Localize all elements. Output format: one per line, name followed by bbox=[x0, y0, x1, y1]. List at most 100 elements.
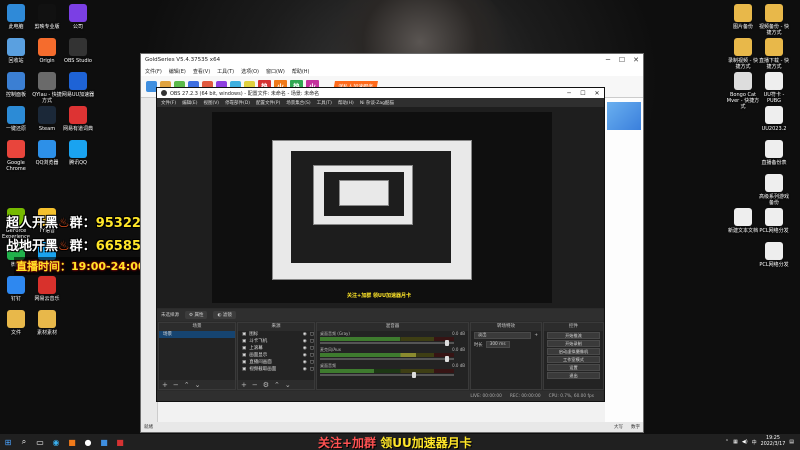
desktop-shortcut[interactable]: Google Chrome bbox=[0, 140, 33, 172]
desktop-shortcut[interactable]: 直播备份表 bbox=[757, 140, 791, 166]
desktop-shortcut[interactable]: 公司 bbox=[61, 4, 95, 30]
maximize-icon[interactable]: ☐ bbox=[615, 56, 629, 64]
minimize-icon[interactable]: ─ bbox=[601, 56, 615, 64]
source-item[interactable]: ▣ 视频截取画面 ◉ ▢ bbox=[238, 366, 314, 373]
desktop-shortcut[interactable]: 钉钉 bbox=[0, 276, 33, 302]
menu-item[interactable]: 窗口(W) bbox=[266, 68, 285, 75]
menu-item[interactable]: 编辑(E) bbox=[182, 100, 197, 106]
desktop-shortcut[interactable]: QQ浏览器 bbox=[30, 140, 64, 166]
source-item[interactable]: ▣ 上滚幕 ◉ ▢ bbox=[238, 345, 314, 352]
menu-item[interactable]: 文件(F) bbox=[161, 100, 176, 106]
eye-icon[interactable]: ◉ bbox=[303, 338, 307, 345]
duration-input[interactable]: 300 ms bbox=[485, 341, 510, 348]
menu-item[interactable]: 工具(T) bbox=[217, 68, 234, 75]
desktop-shortcut[interactable]: OBS Studio bbox=[61, 38, 95, 64]
desktop-shortcut[interactable]: 文件 bbox=[0, 310, 33, 336]
control-button[interactable]: 启动虚拟摄像机 bbox=[547, 348, 600, 355]
desktop-shortcut[interactable]: 一键还原 bbox=[0, 106, 33, 132]
add-icon[interactable]: + bbox=[534, 333, 538, 338]
move-down-icon[interactable]: ⌄ bbox=[195, 381, 201, 389]
taskbar-obs-icon[interactable]: ● bbox=[80, 434, 96, 450]
desktop-shortcut[interactable]: UU2023.2 bbox=[757, 106, 791, 132]
notification-icon[interactable]: ▤ bbox=[789, 439, 794, 445]
control-button[interactable]: 工作室模式 bbox=[547, 356, 600, 363]
desktop-shortcut[interactable]: 新建文本文档 bbox=[726, 208, 760, 234]
obs-preview-area[interactable]: 关注+加群 领UU加速器月卡 bbox=[157, 107, 604, 308]
desktop-shortcut[interactable]: 网易UU加速器 bbox=[61, 72, 95, 98]
properties-button[interactable]: ⚙ 属性 bbox=[185, 311, 208, 319]
filters-button[interactable]: ◐ 滤镜 bbox=[213, 311, 236, 319]
close-icon[interactable]: ✕ bbox=[629, 56, 643, 64]
desktop-shortcut[interactable]: UU符卡 - PUBG bbox=[757, 72, 791, 104]
add-icon[interactable]: + bbox=[241, 381, 247, 389]
eye-icon[interactable]: ◉ bbox=[303, 359, 307, 366]
menu-item[interactable]: 帮助(H) bbox=[292, 68, 310, 75]
desktop-shortcut[interactable]: QYlau - 快捷方式 bbox=[30, 72, 64, 104]
eye-icon[interactable]: ◉ bbox=[303, 345, 307, 352]
desktop-shortcut[interactable]: Steam bbox=[30, 106, 64, 132]
desktop-shortcut[interactable]: 图片备份 bbox=[726, 4, 760, 30]
desktop-shortcut[interactable]: Bongo Cat Mver - 快捷方式 bbox=[726, 72, 760, 110]
lock-icon[interactable]: ▢ bbox=[310, 331, 314, 338]
desktop-shortcut[interactable]: 控制面板 bbox=[0, 72, 33, 98]
move-up-icon[interactable]: ⌃ bbox=[184, 381, 190, 389]
move-down-icon[interactable]: ⌄ bbox=[285, 381, 291, 389]
lock-icon[interactable]: ▢ bbox=[310, 338, 314, 345]
close-icon[interactable]: ✕ bbox=[590, 90, 604, 97]
desktop-shortcut[interactable]: 直播下载 - 快捷方式 bbox=[757, 38, 791, 70]
menu-item[interactable]: 文件(F) bbox=[145, 68, 162, 75]
remove-icon[interactable]: − bbox=[252, 381, 258, 389]
task-view-icon[interactable]: ▭ bbox=[32, 434, 48, 450]
control-button[interactable]: 设置 bbox=[547, 364, 600, 371]
source-item[interactable]: ▣ 直播间画面 ◉ ▢ bbox=[238, 359, 314, 366]
desktop-shortcut[interactable]: 录制视频 - 快捷方式 bbox=[726, 38, 760, 70]
menu-item[interactable]: 选项(O) bbox=[241, 68, 259, 75]
desktop-shortcut[interactable]: 腾讯QQ bbox=[61, 140, 95, 166]
transition-select[interactable]: 淡出 bbox=[474, 332, 532, 339]
desktop-shortcut[interactable]: 剪映专业版 bbox=[30, 4, 64, 30]
lock-icon[interactable]: ▢ bbox=[310, 359, 314, 366]
volume-slider[interactable] bbox=[320, 340, 454, 346]
scene-item[interactable]: 场景 bbox=[159, 331, 235, 338]
volume-slider[interactable] bbox=[320, 372, 454, 378]
obs-preview-canvas[interactable]: 关注+加群 领UU加速器月卡 bbox=[212, 112, 552, 303]
goldseries-titlebar[interactable]: GoldSeries V5.4.37535 x64 ─ ☐ ✕ bbox=[141, 54, 643, 66]
taskbar-app-blue-icon[interactable]: ■ bbox=[96, 434, 112, 450]
gear-icon[interactable]: ⚙ bbox=[263, 381, 269, 389]
source-item[interactable]: ▣ 画面显示 ◉ ▢ bbox=[238, 352, 314, 359]
search-icon[interactable]: ⌕ bbox=[16, 434, 32, 450]
clock[interactable]: 19:25 2022/3/17 bbox=[761, 436, 786, 448]
windows-start-icon[interactable]: ⊞ bbox=[0, 434, 16, 450]
ime-indicator[interactable]: 中 bbox=[752, 439, 757, 446]
menu-item[interactable]: 编辑(E) bbox=[169, 68, 186, 75]
lock-icon[interactable]: ▢ bbox=[310, 345, 314, 352]
desktop-shortcut[interactable]: 高级系列游戏备份 bbox=[757, 174, 791, 206]
desktop-shortcut[interactable]: 视频备份 - 快捷方式 bbox=[757, 4, 791, 36]
menu-item[interactable]: 场景集合(S) bbox=[286, 100, 310, 106]
menu-item[interactable]: 视图(V) bbox=[203, 100, 219, 106]
desktop-shortcut[interactable]: 回收站 bbox=[0, 38, 33, 64]
eye-icon[interactable]: ◉ bbox=[303, 352, 307, 359]
move-up-icon[interactable]: ⌃ bbox=[274, 381, 280, 389]
add-icon[interactable]: + bbox=[162, 381, 168, 389]
menu-item[interactable]: 查看(V) bbox=[193, 68, 210, 75]
desktop-shortcut[interactable]: 网易有道词典 bbox=[61, 106, 95, 132]
menu-item[interactable]: 配置文件(P) bbox=[256, 100, 280, 106]
taskbar-app-orange-icon[interactable]: ■ bbox=[64, 434, 80, 450]
network-icon[interactable]: ▦ bbox=[733, 439, 738, 445]
desktop-shortcut[interactable]: PCL网络分发 bbox=[757, 242, 791, 268]
desktop-shortcut[interactable]: 网易云音乐 bbox=[30, 276, 64, 302]
control-button[interactable]: 开始推流 bbox=[547, 332, 600, 339]
source-item[interactable]: ▣ 图标 ◉ ▢ bbox=[238, 331, 314, 338]
volume-slider-knob[interactable] bbox=[411, 372, 416, 378]
taskbar-app-red-icon[interactable]: ■ bbox=[112, 434, 128, 450]
control-button[interactable]: 退出 bbox=[547, 372, 600, 379]
lock-icon[interactable]: ▢ bbox=[310, 366, 314, 373]
menu-item[interactable]: 帮助(H) bbox=[338, 100, 354, 106]
remove-icon[interactable]: − bbox=[173, 381, 179, 389]
control-button[interactable]: 开始录制 bbox=[547, 340, 600, 347]
volume-icon[interactable]: ◀) bbox=[742, 439, 748, 445]
edge-icon[interactable]: ◉ bbox=[48, 434, 64, 450]
chevron-up-icon[interactable]: ⌃ bbox=[725, 439, 729, 445]
desktop-shortcut[interactable]: PCL网络分发 bbox=[757, 208, 791, 234]
